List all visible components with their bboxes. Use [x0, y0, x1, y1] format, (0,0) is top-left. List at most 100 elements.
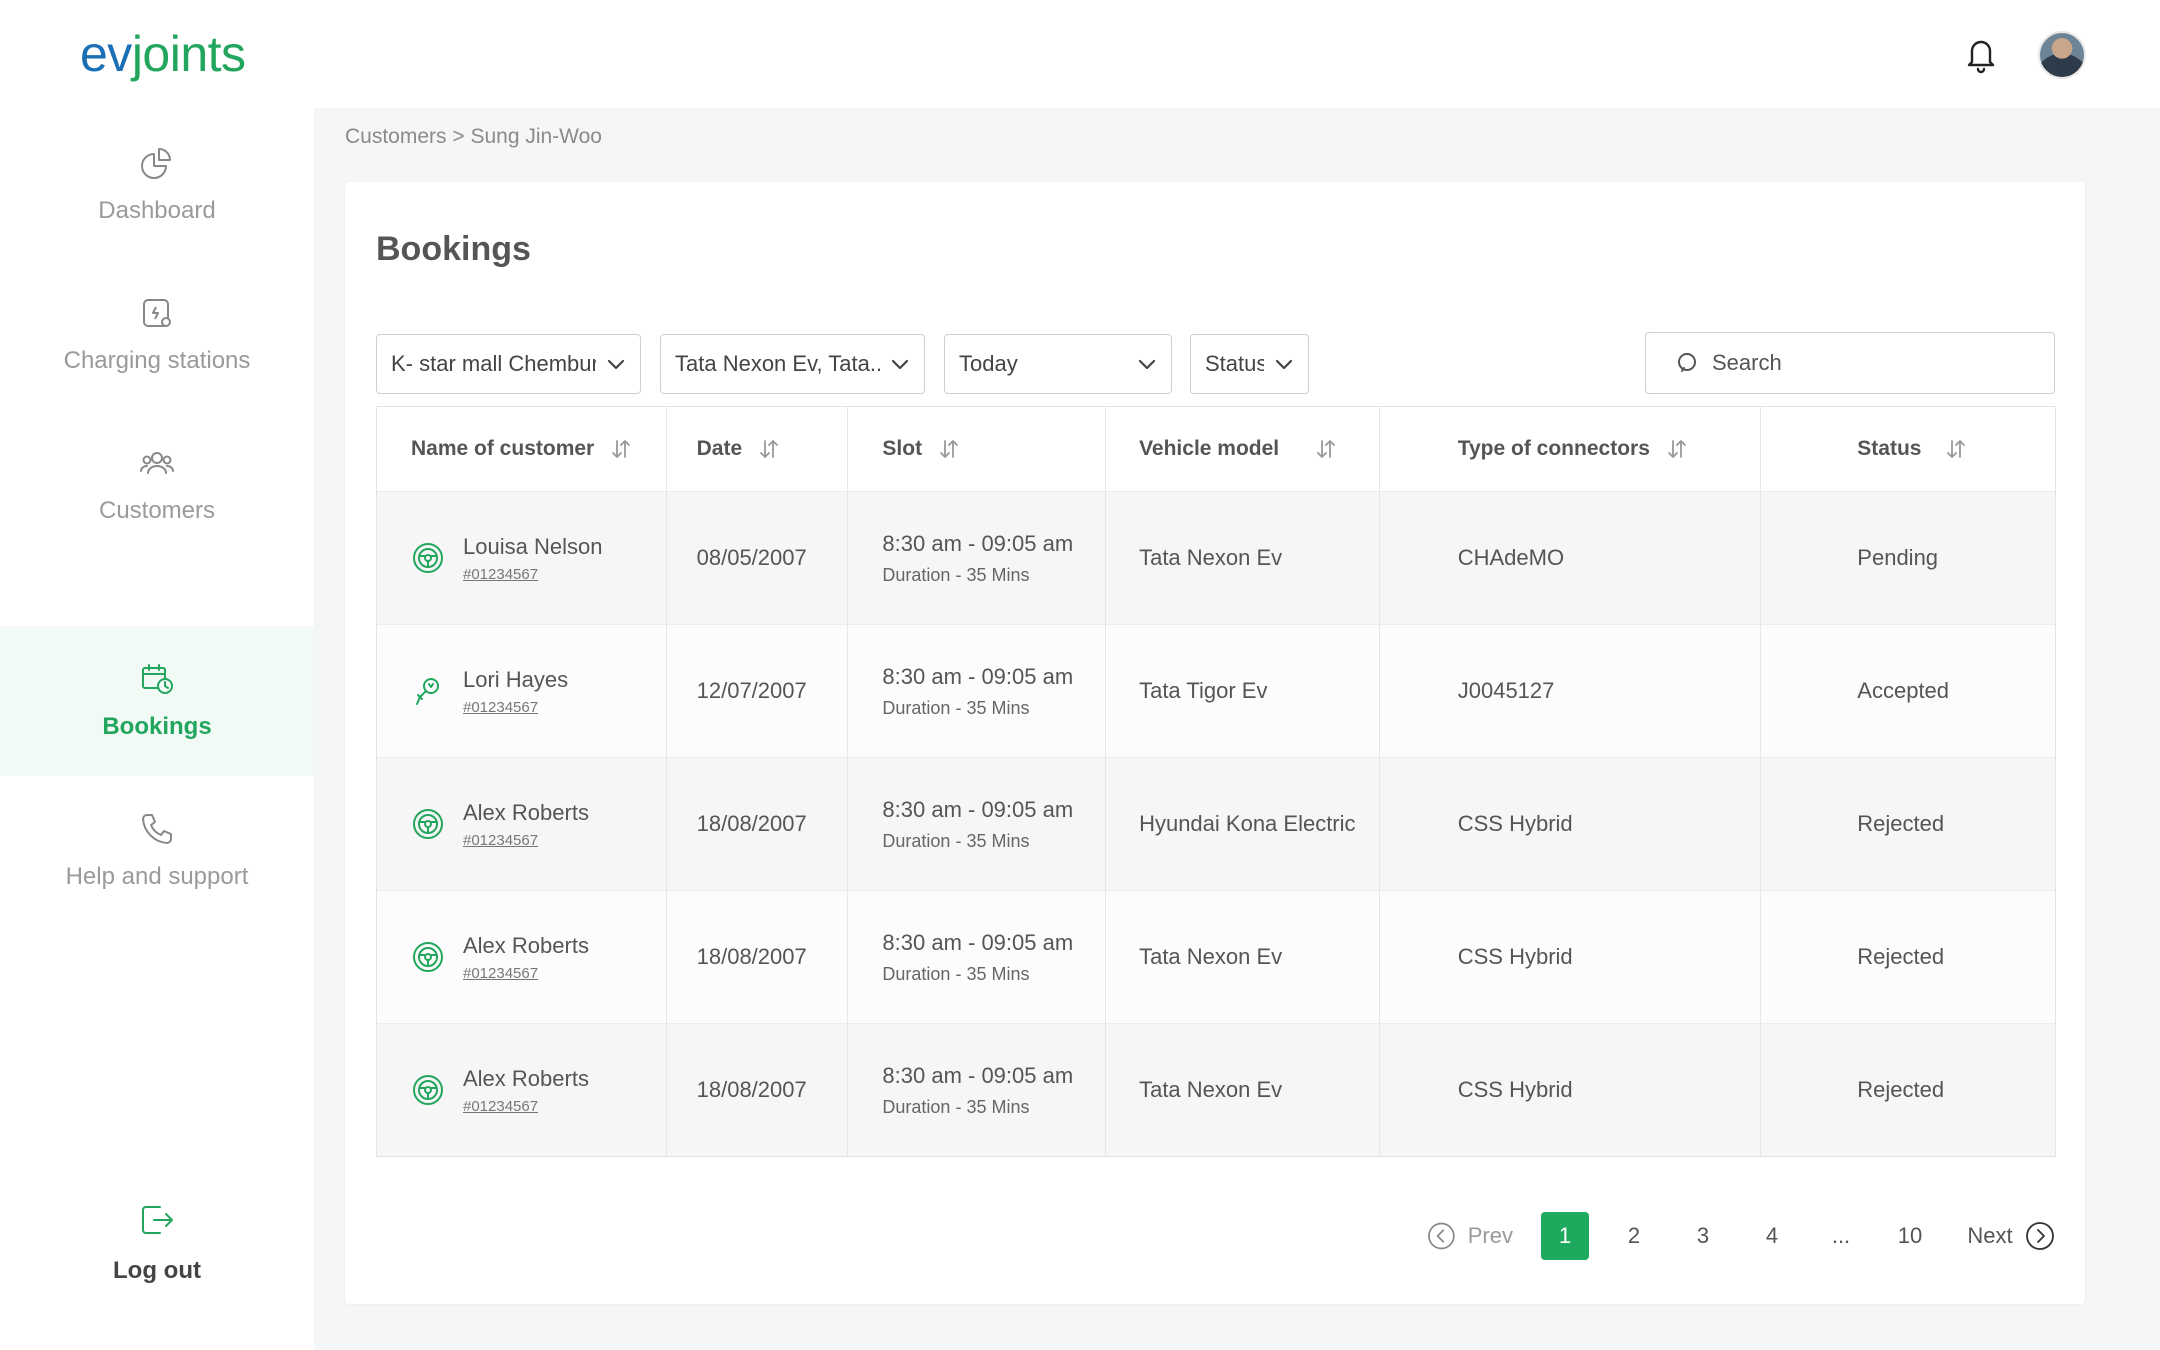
station-filter-dropdown[interactable]: K- star mall Chembur — [376, 334, 641, 394]
status-text: Rejected — [1857, 944, 1945, 969]
customer-id-link[interactable]: #01234567 — [463, 832, 589, 849]
booking-date: 12/07/2007 — [667, 625, 849, 757]
sort-icon[interactable] — [610, 438, 632, 460]
steering-wheel-icon — [413, 942, 443, 972]
connector-type: J0045127 — [1380, 625, 1762, 757]
logout-button[interactable]: Log out — [0, 1183, 314, 1303]
customer-name: Louisa Nelson — [463, 533, 603, 559]
station-filter-value: K- star mall Chembur — [391, 351, 596, 376]
sort-icon[interactable] — [758, 438, 780, 460]
customer-id-link[interactable]: #01234567 — [463, 1098, 589, 1115]
vehicle-filter-dropdown[interactable]: Tata Nexon Ev, Tata.. — [660, 334, 925, 394]
booking-date: 08/05/2007 — [667, 492, 849, 624]
status-filter-value: Status — [1205, 351, 1264, 376]
sidebar-item-label: Dashboard — [98, 197, 216, 224]
slot-duration: Duration - 35 Mins — [882, 697, 1030, 718]
column-header-name[interactable]: Name of customer — [377, 407, 667, 491]
pie-chart-icon — [141, 148, 171, 179]
date-filter-dropdown[interactable]: Today — [944, 334, 1172, 394]
table-row[interactable]: Lori Hayes #01234567 12/07/2007 8:30 am -… — [377, 624, 2055, 757]
vehicle-model: Tata Tigor Ev — [1106, 625, 1380, 757]
sort-icon[interactable] — [938, 438, 960, 460]
sidebar-item-dashboard[interactable]: Dashboard — [0, 110, 314, 260]
charging-station-icon — [143, 299, 171, 327]
sidebar-item-label: Help and support — [65, 863, 249, 890]
sort-icon[interactable] — [1945, 438, 1967, 460]
customer-id-link[interactable]: #01234567 — [463, 566, 602, 583]
slot-time: 8:30 am - 09:05 am — [882, 663, 1074, 689]
slot-time: 8:30 am - 09:05 am — [882, 929, 1074, 955]
search-input[interactable] — [1712, 350, 2032, 376]
vehicle-model: Hyundai Kona Electric — [1106, 758, 1380, 890]
sidebar-item-label: Customers — [98, 497, 216, 524]
next-page-button[interactable]: Next — [1965, 1212, 2057, 1260]
status-text: Accepted — [1857, 678, 1950, 703]
slot-time: 8:30 am - 09:05 am — [882, 530, 1074, 556]
column-header-slot[interactable]: Slot — [848, 407, 1107, 491]
evjoints-logo[interactable]: ev joints — [80, 24, 246, 84]
page-button-10[interactable]: 10 — [1886, 1212, 1934, 1260]
customer-id-link[interactable]: #01234567 — [463, 965, 589, 982]
steering-wheel-icon — [413, 809, 443, 839]
bell-icon[interactable] — [1963, 34, 1999, 74]
bookings-card: Bookings K- star mall Chembur Tata Nexon… — [345, 182, 2085, 1304]
table-header-row: Name of customer Date Slot Vehicle model… — [377, 407, 2055, 491]
sidebar-item-customers[interactable]: Customers — [0, 410, 314, 560]
sidebar-item-charging-stations[interactable]: Charging stations — [0, 260, 314, 410]
sort-icon[interactable] — [1315, 438, 1337, 460]
slot-duration: Duration - 35 Mins — [882, 830, 1030, 851]
sidebar-item-bookings[interactable]: Bookings — [0, 626, 314, 776]
page-ellipsis: ... — [1831, 1223, 1851, 1248]
customer-id-link[interactable]: #01234567 — [463, 699, 568, 716]
steering-wheel-icon — [413, 543, 443, 573]
page-button-3[interactable]: 3 — [1679, 1212, 1727, 1260]
status-text: Rejected — [1857, 1077, 1945, 1102]
logo-text-joints: joints — [131, 26, 246, 82]
top-header: ev joints — [0, 0, 2160, 108]
status-text: Rejected — [1857, 811, 1945, 836]
status-filter-dropdown[interactable]: Status — [1190, 334, 1309, 394]
logout-label: Log out — [113, 1257, 201, 1284]
vehicle-model: Tata Nexon Ev — [1106, 1024, 1380, 1156]
chevron-left-circle-icon — [1428, 1222, 1455, 1250]
prev-page-button[interactable]: Prev — [1427, 1212, 1513, 1260]
slot-duration: Duration - 35 Mins — [882, 1096, 1030, 1117]
connector-type: CSS Hybrid — [1380, 891, 1762, 1023]
sidebar: Dashboard Charging stations Customers Bo… — [0, 108, 314, 1350]
charging-plug-icon — [416, 678, 439, 705]
search-icon — [1678, 353, 1696, 372]
page-button-1[interactable]: 1 — [1541, 1212, 1589, 1260]
chevron-down-icon — [1275, 359, 1293, 370]
page-button-4[interactable]: 4 — [1748, 1212, 1796, 1260]
column-header-vehicle[interactable]: Vehicle model — [1106, 407, 1380, 491]
avatar[interactable] — [2038, 31, 2086, 79]
table-row[interactable]: Alex Roberts #01234567 18/08/2007 8:30 am… — [377, 1023, 2055, 1156]
logout-icon — [142, 1206, 173, 1234]
table-row[interactable]: Louisa Nelson #01234567 08/05/2007 8:30 a… — [377, 491, 2055, 624]
booking-date: 18/08/2007 — [667, 758, 849, 890]
column-header-connectors[interactable]: Type of connectors — [1380, 407, 1762, 491]
breadcrumb[interactable]: Customers > Sung Jin-Woo — [345, 125, 602, 149]
column-header-date[interactable]: Date — [667, 407, 849, 491]
steering-wheel-icon — [413, 1075, 443, 1105]
slot-duration: Duration - 35 Mins — [882, 963, 1030, 984]
main-content: Customers > Sung Jin-Woo Bookings K- sta… — [314, 108, 2160, 1350]
customer-name: Alex Roberts — [463, 799, 589, 825]
bookings-table: Name of customer Date Slot Vehicle model… — [376, 406, 2056, 1157]
slot-time: 8:30 am - 09:05 am — [882, 796, 1074, 822]
customer-name: Alex Roberts — [463, 1065, 589, 1091]
sidebar-item-help-and-support[interactable]: Help and support — [0, 776, 314, 926]
status-text: Pending — [1857, 545, 1939, 570]
date-filter-value: Today — [959, 351, 1018, 376]
slot-duration: Duration - 35 Mins — [882, 564, 1030, 585]
sort-icon[interactable] — [1666, 438, 1688, 460]
page-button-2[interactable]: 2 — [1610, 1212, 1658, 1260]
table-row[interactable]: Alex Roberts #01234567 18/08/2007 8:30 am… — [377, 757, 2055, 890]
search-box[interactable] — [1645, 332, 2055, 394]
vehicle-model: Tata Nexon Ev — [1106, 891, 1380, 1023]
column-header-status[interactable]: Status — [1761, 407, 2055, 491]
table-row[interactable]: Alex Roberts #01234567 18/08/2007 8:30 am… — [377, 890, 2055, 1023]
chevron-down-icon — [1138, 359, 1156, 370]
logo-text-ev: ev — [80, 26, 132, 82]
customer-name: Alex Roberts — [463, 932, 589, 958]
